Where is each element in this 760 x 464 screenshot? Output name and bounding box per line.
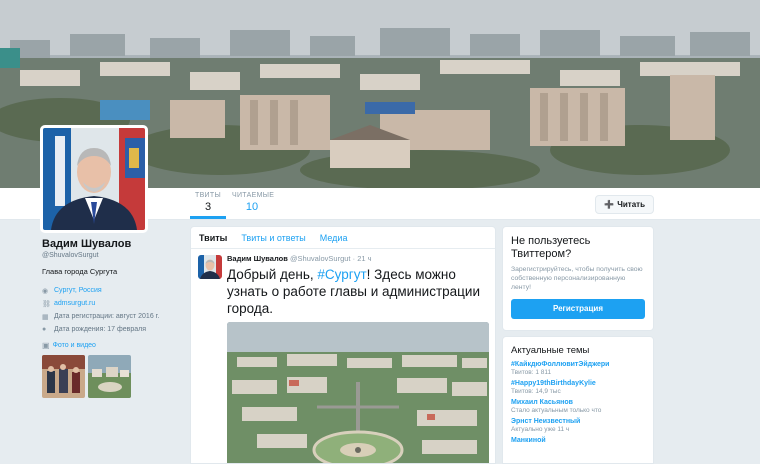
trend-name[interactable]: Эрнст Неизвестный [511,418,645,425]
tweet-hashtag[interactable]: #Сургут [317,267,366,282]
profile-joined: ▦ Дата регистрации: август 2016 г. [42,310,182,323]
tweet-header: Вадим Шувалов @ShuvalovSurgut · 21 ч [227,254,487,263]
tweet-text-start: Добрый день, [227,267,318,282]
profile-location: ◉ Сургут, Россия [42,284,182,297]
profile-location-text[interactable]: Сургут, Россия [54,287,102,294]
tweet-avatar[interactable] [198,255,222,279]
signup-title: Не пользуетесь Твиттером? [511,235,591,260]
trend-item[interactable]: Михаил Касьянов Стало актуальным только … [511,399,645,414]
tweet-text: Добрый день, #Сургут! Здесь можно узнать… [227,266,487,317]
balloon-icon: ● [42,326,47,333]
follow-button[interactable]: ➕ Читать [595,195,654,214]
trend-stats: Актуально уже 11 ч [511,426,570,433]
trend-name[interactable]: Манкиной [511,437,645,444]
follow-button-label: Читать [617,200,645,209]
profile-website-link[interactable]: admsurgut.ru [54,300,95,307]
signup-button[interactable]: Регистрация [511,299,645,319]
tweet-handle[interactable]: @ShuvalovSurgut [290,254,351,263]
signup-module: Не пользуетесь Твиттером? Зарегистрируйт… [502,226,654,331]
profile-joined-text: Дата регистрации: август 2016 г. [54,313,160,320]
nav-following-value: 10 [245,201,259,213]
trend-stats: Твитов: 14,9 тыс [511,388,561,395]
trends-module: Актуальные темы #КайкдюФоллювитЭйджери Т… [502,336,654,464]
tab-tweets[interactable]: Твиты [199,227,235,248]
profile-birthday: ● Дата рождения: 17 февраля [42,323,182,336]
profile-name[interactable]: Вадим Шувалов [42,238,182,250]
signup-description: Зарегистрируйтесь, чтобы получить свою с… [511,266,643,291]
trend-name[interactable]: Михаил Касьянов [511,399,645,406]
tweet-author[interactable]: Вадим Шувалов [227,254,288,263]
media-thumbnail[interactable] [42,355,85,398]
trend-item[interactable]: Манкиной [511,437,645,444]
trend-name[interactable]: #Happy19thBirthdayKylie [511,380,645,387]
profile-avatar[interactable] [40,125,148,233]
profile-birthday-text: Дата рождения: 17 февраля [54,326,147,333]
link-icon: ⛓ [42,300,51,308]
trend-item[interactable]: #Happy19thBirthdayKylie Твитов: 14,9 тыс [511,380,645,395]
trends-title: Актуальные темы [511,345,590,356]
nav-tweets-label: Твиты [195,192,221,199]
nav-following-label: Читаемые [232,192,275,199]
timeline-tabs: Твиты Твиты и ответы Медиа [191,227,495,249]
profile-meta: ◉ Сургут, Россия ⛓ admsurgut.ru ▦ Дата р… [42,284,182,336]
profile-bio: Глава города Сургута [42,267,118,276]
tab-media[interactable]: Медиа [320,227,356,248]
trend-stats: Твитов: 1 811 [511,369,552,376]
tab-tweets-replies[interactable]: Твиты и ответы [241,227,313,248]
photos-videos-link[interactable]: ▣ Фото и видео [42,341,182,350]
tweet[interactable]: Вадим Шувалов @ShuvalovSurgut · 21 ч Доб… [191,249,495,463]
add-user-icon: ➕ [604,200,615,209]
media-thumbnails [42,355,182,398]
trend-name[interactable]: #КайкдюФоллювитЭйджери [511,361,645,368]
photos-videos-label: Фото и видео [52,342,96,349]
camera-icon: ▣ [42,341,50,350]
nav-tweets-count[interactable]: Твиты 3 [190,192,226,219]
tweet-photo[interactable] [227,322,489,463]
tweets-timeline: Твиты Твиты и ответы Медиа Вадим Шувалов… [190,226,496,464]
tweet-time[interactable]: · 21 ч [353,254,372,263]
profile-sidebar: Вадим Шувалов @ShuvalovSurgut Глава горо… [42,238,182,398]
trend-stats: Стало актуальным только что [511,407,602,414]
trend-item[interactable]: Эрнст Неизвестный Актуально уже 11 ч [511,418,645,433]
profile-handle[interactable]: @ShuvalovSurgut [42,252,182,259]
nav-following-count[interactable]: Читаемые 10 [232,192,275,213]
calendar-icon: ▦ [42,313,49,321]
profile-website: ⛓ admsurgut.ru [42,297,182,310]
trend-item[interactable]: #КайкдюФоллювитЭйджери Твитов: 1 811 [511,361,645,376]
nav-tweets-value: 3 [204,201,212,213]
location-icon: ◉ [42,287,49,295]
media-thumbnail[interactable] [88,355,131,398]
avatar-portrait [43,128,145,230]
